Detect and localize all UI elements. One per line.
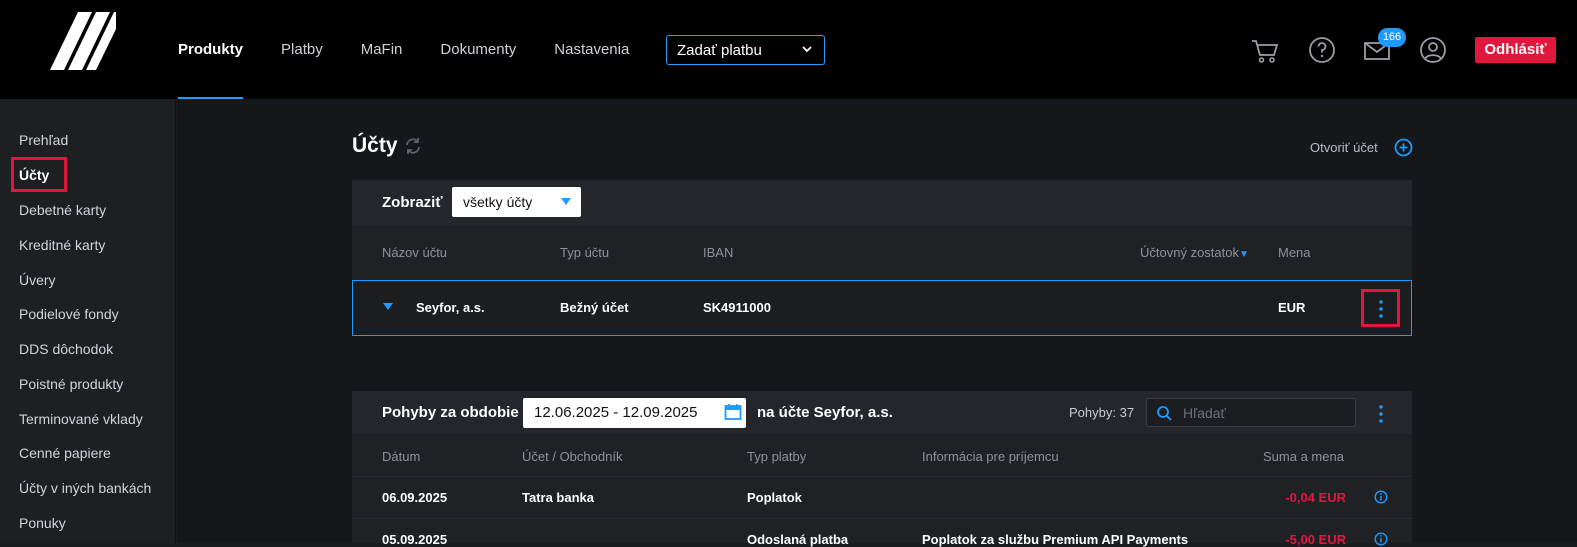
info-icon[interactable] bbox=[1374, 532, 1388, 546]
messages-badge: 166 bbox=[1378, 28, 1406, 47]
movement-date: 06.09.2025 bbox=[382, 490, 448, 505]
col-header-iban[interactable]: IBAN bbox=[703, 245, 733, 260]
main-nav: Produkty Platby MaFin Dokumenty Nastaven… bbox=[178, 0, 667, 99]
col-header-recipient-info[interactable]: Informácia pre príjemcu bbox=[922, 449, 1059, 464]
calendar-icon[interactable] bbox=[724, 403, 742, 421]
movement-amount: -0,04 EUR bbox=[1285, 490, 1346, 505]
account-filter-value: všetky účty bbox=[463, 194, 533, 210]
user-icon[interactable] bbox=[1418, 35, 1448, 65]
show-label: Zobraziť bbox=[382, 194, 443, 211]
open-account-link[interactable]: Otvoriť účet bbox=[1310, 140, 1378, 155]
account-iban: SK4911000 bbox=[703, 300, 771, 315]
info-icon[interactable] bbox=[1374, 490, 1388, 504]
search-icon bbox=[1157, 406, 1172, 421]
nav-produkty[interactable]: Produkty bbox=[178, 0, 244, 99]
nav-dokumenty[interactable]: Dokumenty bbox=[440, 0, 516, 99]
sidebar-item-cenne-papiere[interactable]: Cenné papiere bbox=[19, 445, 111, 461]
movements-search-input[interactable]: Hľadať bbox=[1146, 398, 1356, 427]
movement-merchant: Tatra banka bbox=[522, 490, 595, 505]
new-payment-select[interactable]: Zadať platbu bbox=[666, 35, 825, 65]
sidebar-item-dds-dochodok[interactable]: DDS dôchodok bbox=[19, 341, 113, 357]
sidebar-item-poistne-produkty[interactable]: Poistné produkty bbox=[19, 376, 123, 392]
col-header-account-type[interactable]: Typ účtu bbox=[560, 245, 609, 260]
sidebar-item-prehlad[interactable]: Prehľad bbox=[19, 132, 68, 148]
search-placeholder: Hľadať bbox=[1183, 405, 1226, 421]
account-scope-label: na účte Seyfor, a.s. bbox=[757, 404, 893, 421]
sort-caret-icon: ▼ bbox=[1239, 249, 1249, 260]
col-header-balance-label: Účtovný zostatok bbox=[1140, 245, 1239, 260]
top-bar: Produkty Platby MaFin Dokumenty Nastaven… bbox=[0, 0, 1577, 99]
sidebar-item-uvery[interactable]: Úvery bbox=[19, 272, 56, 288]
col-header-account-name[interactable]: Názov účtu bbox=[382, 245, 447, 260]
period-value: 12.06.2025 - 12.09.2025 bbox=[534, 404, 698, 421]
nav-nastavenia[interactable]: Nastavenia bbox=[554, 0, 629, 99]
movements-more-icon[interactable] bbox=[1374, 403, 1388, 425]
highlight-box-sidebar bbox=[11, 157, 67, 192]
nav-mafin[interactable]: MaFin bbox=[361, 0, 403, 99]
movements-label: Pohyby za obdobie bbox=[382, 404, 519, 421]
movement-amount: -5,00 EUR bbox=[1285, 532, 1346, 547]
sidebar-item-terminovane-vklady[interactable]: Terminované vklady bbox=[19, 411, 143, 427]
movement-recipient-info: Poplatok za službu Premium API Payments bbox=[922, 532, 1189, 547]
account-row[interactable] bbox=[352, 280, 1412, 336]
expand-caret-icon[interactable] bbox=[383, 303, 393, 310]
account-filter-select[interactable]: všetky účty bbox=[452, 187, 581, 217]
col-header-payment-type[interactable]: Typ platby bbox=[747, 449, 806, 464]
caret-down-icon bbox=[561, 198, 571, 205]
col-header-date[interactable]: Dátum bbox=[382, 449, 420, 464]
col-header-balance[interactable]: Účtovný zostatok▼ bbox=[1140, 245, 1249, 260]
sidebar-item-podielove-fondy[interactable]: Podielové fondy bbox=[19, 306, 119, 322]
sidebar-item-ponuky[interactable]: Ponuky bbox=[19, 515, 66, 531]
movement-date: 05.09.2025 bbox=[382, 532, 448, 547]
sidebar-item-ucty-v-inych-bankach[interactable]: Účty v iných bankách bbox=[19, 480, 151, 496]
sidebar-item-debetne-karty[interactable]: Debetné karty bbox=[19, 202, 106, 218]
divider bbox=[352, 518, 1412, 519]
movement-type: Poplatok bbox=[747, 490, 802, 505]
chevron-down-icon bbox=[802, 46, 812, 53]
account-type: Bežný účet bbox=[560, 300, 629, 315]
col-header-currency[interactable]: Mena bbox=[1278, 245, 1311, 260]
col-header-merchant[interactable]: Účet / Obchodník bbox=[522, 449, 622, 464]
movements-count: Pohyby: 37 bbox=[1069, 405, 1135, 420]
refresh-icon[interactable] bbox=[404, 137, 422, 155]
account-currency: EUR bbox=[1278, 300, 1306, 315]
page-title: Účty bbox=[352, 134, 398, 157]
highlight-box-more-options bbox=[1361, 289, 1400, 327]
nav-platby[interactable]: Platby bbox=[281, 0, 323, 99]
bank-logo[interactable] bbox=[50, 12, 116, 70]
cart-icon[interactable] bbox=[1250, 35, 1280, 65]
movement-type: Odoslaná platba bbox=[747, 532, 849, 547]
add-circle-icon[interactable] bbox=[1394, 138, 1413, 157]
sidebar-item-kreditne-karty[interactable]: Kreditné karty bbox=[19, 237, 105, 253]
account-name: Seyfor, a.s. bbox=[416, 300, 485, 315]
new-payment-label: Zadať platbu bbox=[677, 42, 762, 59]
period-date-input[interactable]: 12.06.2025 - 12.09.2025 bbox=[523, 398, 746, 428]
divider bbox=[352, 476, 1412, 477]
logout-button[interactable]: Odhlásiť bbox=[1475, 37, 1556, 63]
help-icon[interactable] bbox=[1307, 35, 1337, 65]
col-header-amount[interactable]: Suma a mena bbox=[1263, 449, 1344, 464]
